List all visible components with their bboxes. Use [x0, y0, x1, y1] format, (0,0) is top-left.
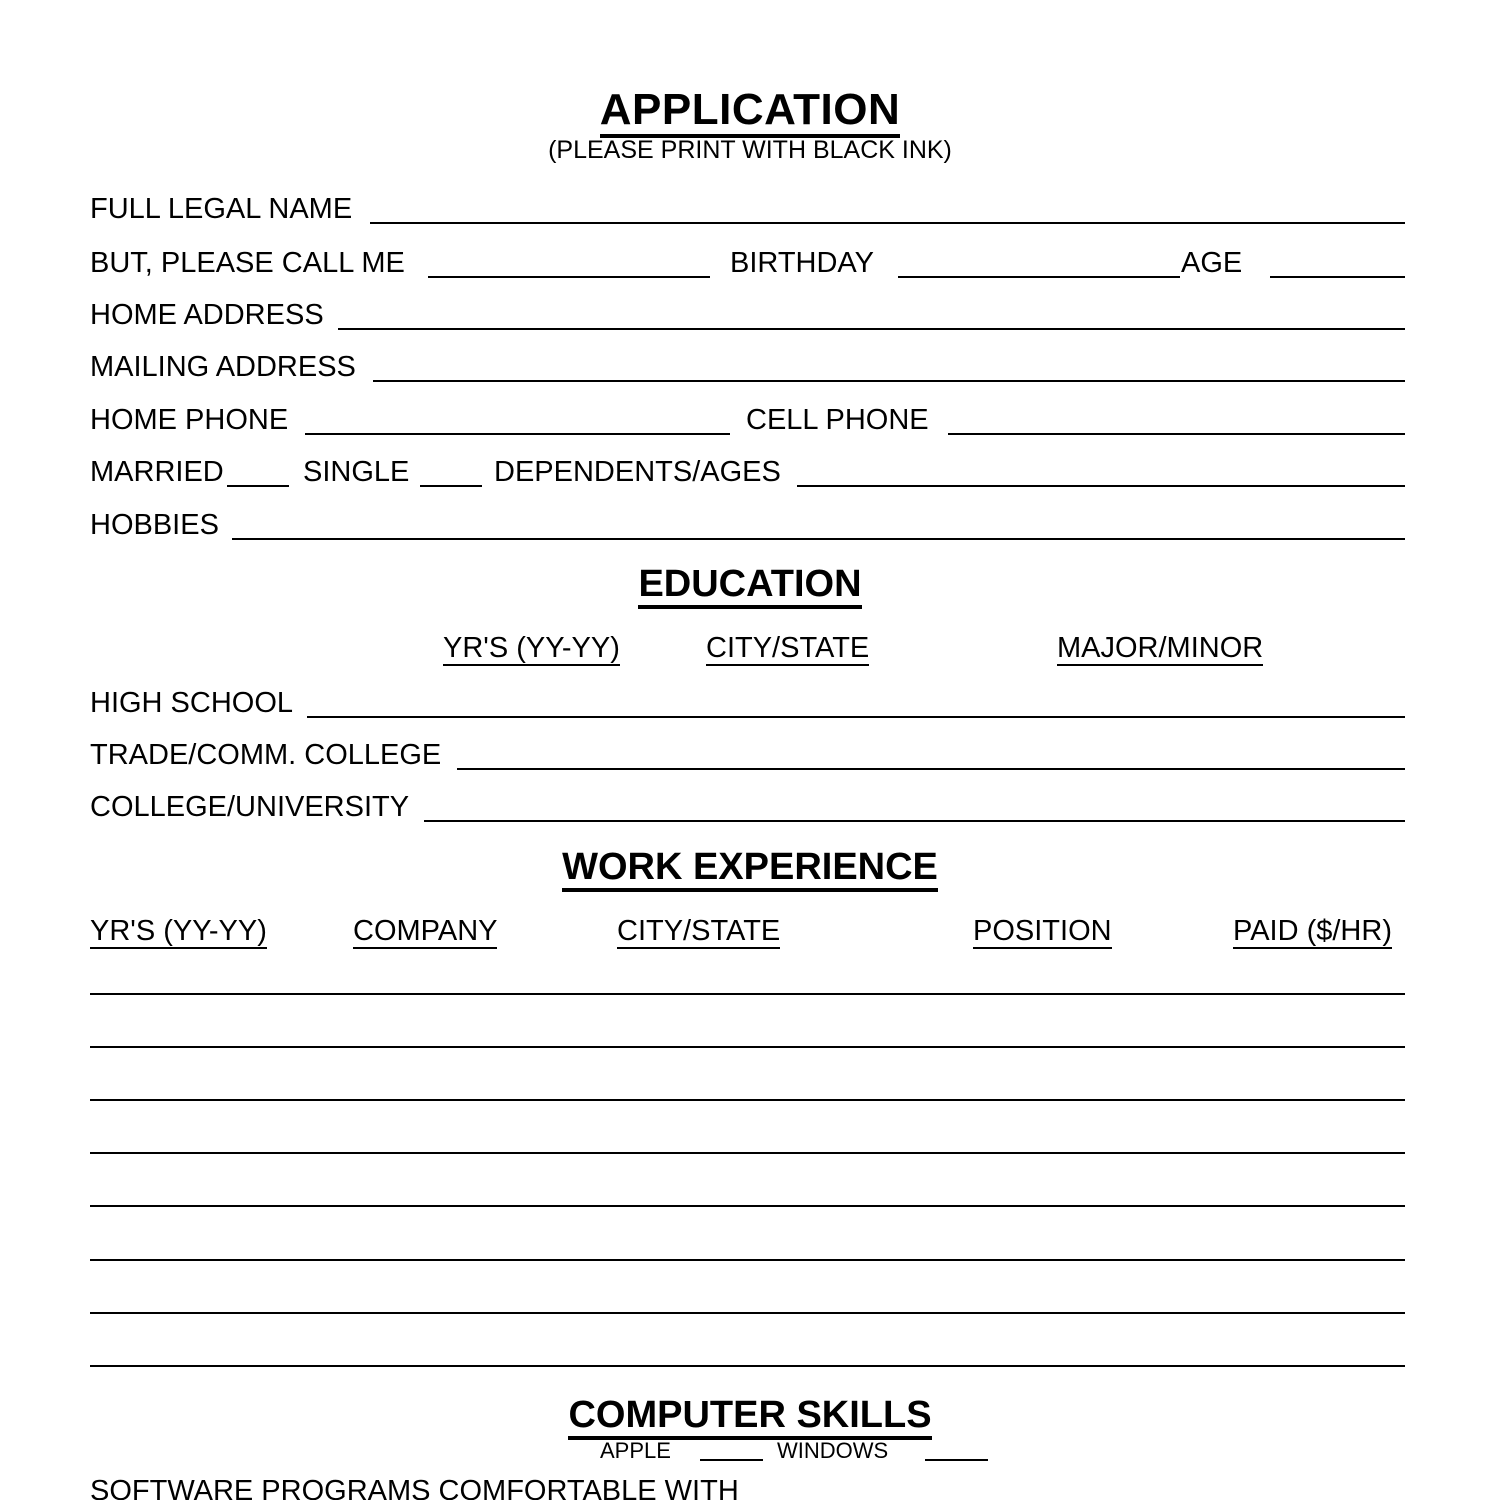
education-column-city-state: CITY/STATE [706, 632, 870, 666]
call-me-input[interactable] [428, 276, 710, 278]
trade-college-input[interactable] [457, 768, 1405, 770]
trade-college-label: TRADE/COMM. COLLEGE [90, 739, 442, 771]
mailing-address-label: MAILING ADDRESS [90, 351, 356, 383]
work-experience-blank-line[interactable] [90, 1152, 1405, 1154]
work-experience-blank-line[interactable] [90, 993, 1405, 995]
birthday-label: BIRTHDAY [730, 247, 874, 279]
apple-checkbox-blank[interactable] [700, 1459, 763, 1461]
page-title-text: APPLICATION [599, 88, 901, 138]
windows-label: WINDOWS [777, 1438, 889, 1463]
education-column-years: YR'S (YY-YY) [443, 632, 620, 666]
work-column-position: POSITION [973, 915, 1112, 949]
high-school-input[interactable] [307, 716, 1405, 718]
single-checkbox-blank[interactable] [420, 485, 482, 487]
single-label: SINGLE [303, 456, 410, 488]
home-address-input[interactable] [338, 328, 1405, 330]
hobbies-label: HOBBIES [90, 509, 219, 541]
cell-phone-input[interactable] [948, 433, 1405, 435]
work-column-city-state: CITY/STATE [617, 915, 781, 949]
dependents-ages-input[interactable] [797, 485, 1405, 487]
married-label: MARRIED [90, 456, 224, 488]
computer-skills-heading-text: COMPUTER SKILLS [568, 1396, 932, 1440]
work-experience-blank-line[interactable] [90, 1046, 1405, 1048]
work-experience-blank-line[interactable] [90, 1099, 1405, 1101]
windows-checkbox-blank[interactable] [925, 1459, 988, 1461]
work-experience-section-heading: WORK EXPERIENCE [0, 848, 1500, 892]
work-experience-blank-line[interactable] [90, 1205, 1405, 1207]
work-column-years: YR'S (YY-YY) [90, 915, 267, 949]
call-me-label: BUT, PLEASE CALL ME [90, 247, 405, 279]
home-phone-label: HOME PHONE [90, 404, 289, 436]
page-subtitle: (PLEASE PRINT WITH BLACK INK) [548, 136, 952, 164]
apple-label: APPLE [600, 1438, 671, 1463]
age-input[interactable] [1270, 276, 1405, 278]
work-experience-heading-text: WORK EXPERIENCE [562, 848, 938, 892]
home-address-label: HOME ADDRESS [90, 299, 324, 331]
page-title: APPLICATION [0, 88, 1500, 138]
full-legal-name-label: FULL LEGAL NAME [90, 193, 353, 225]
computer-skills-section-heading: COMPUTER SKILLS [0, 1396, 1500, 1440]
cell-phone-label: CELL PHONE [746, 404, 929, 436]
full-legal-name-input[interactable] [370, 222, 1405, 224]
married-checkbox-blank[interactable] [227, 485, 289, 487]
education-section-heading: EDUCATION [0, 565, 1500, 609]
work-experience-blank-line[interactable] [90, 1259, 1405, 1261]
home-phone-input[interactable] [305, 433, 730, 435]
age-label: AGE [1181, 247, 1243, 279]
work-experience-blank-line[interactable] [90, 1312, 1405, 1314]
dependents-ages-label: DEPENDENTS/AGES [494, 456, 781, 488]
college-university-label: COLLEGE/UNIVERSITY [90, 791, 410, 823]
birthday-input[interactable] [898, 276, 1180, 278]
hobbies-input[interactable] [232, 538, 1405, 540]
work-column-company: COMPANY [353, 915, 498, 949]
high-school-label: HIGH SCHOOL [90, 687, 294, 719]
education-column-major-minor: MAJOR/MINOR [1057, 632, 1264, 666]
software-programs-label: SOFTWARE PROGRAMS COMFORTABLE WITH [90, 1475, 739, 1500]
work-column-paid: PAID ($/HR) [1233, 915, 1392, 949]
college-university-input[interactable] [424, 820, 1405, 822]
education-heading-text: EDUCATION [638, 565, 862, 609]
mailing-address-input[interactable] [373, 380, 1405, 382]
work-experience-blank-line[interactable] [90, 1365, 1405, 1367]
application-form-page: APPLICATION (PLEASE PRINT WITH BLACK INK… [0, 0, 1500, 1500]
